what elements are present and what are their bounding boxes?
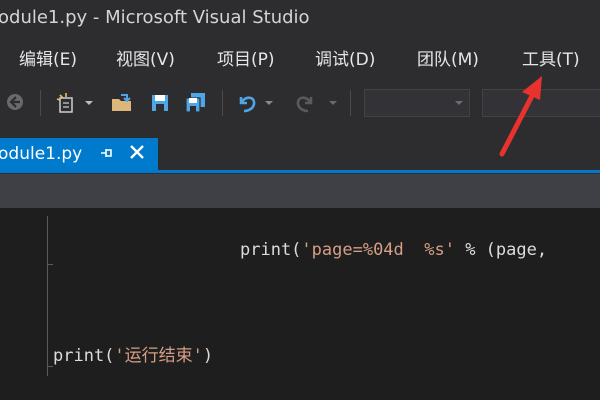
title-bar: odule1.py - Microsoft Visual Studio: [0, 0, 600, 36]
chevron-down-icon: [455, 101, 463, 105]
code-token: ): [202, 346, 214, 366]
code-string: 'page=%04d %s': [301, 240, 455, 260]
pin-icon[interactable]: [98, 144, 116, 164]
indent-guide-tick: [47, 264, 53, 265]
new-project-icon[interactable]: [54, 92, 78, 114]
undo-icon[interactable]: [234, 92, 260, 114]
tab-title: odule1.py: [0, 144, 83, 164]
red-arrow-annotation: [499, 76, 542, 157]
code-line-print-end: print('运行结束'): [53, 344, 213, 368]
code-token: print(: [53, 346, 115, 366]
code-string: '运行结束': [114, 346, 203, 366]
toolbar-separator: [222, 90, 223, 116]
menu-debug[interactable]: 调试(D): [315, 48, 375, 72]
solution-config-combo[interactable]: [364, 89, 470, 117]
code-editor[interactable]: print('page=%04d %s' % (page, print('运行结…: [0, 208, 600, 400]
code-token: print(: [240, 240, 302, 260]
toolbar-separator: [40, 90, 41, 116]
back-arrow-icon[interactable]: [4, 92, 26, 114]
toolbar-separator: [350, 90, 351, 116]
code-line-print-page: print('page=%04d %s' % (page,: [240, 238, 547, 262]
menu-tools[interactable]: 工具(T): [522, 48, 580, 72]
redo-icon[interactable]: [292, 92, 318, 114]
tab-underline: [0, 170, 600, 173]
menu-project[interactable]: 项目(P): [217, 48, 275, 72]
new-project-dropdown-icon[interactable]: [82, 92, 96, 114]
undo-dropdown-icon[interactable]: [262, 92, 276, 114]
navigation-bar: [0, 174, 600, 208]
menu-edit[interactable]: 编辑(E): [19, 48, 77, 72]
save-all-icon[interactable]: [182, 92, 210, 114]
open-folder-icon[interactable]: [108, 92, 136, 114]
tab-module1[interactable]: odule1.py: [0, 138, 158, 170]
indent-guide: [47, 216, 48, 376]
save-icon[interactable]: [148, 92, 172, 114]
menu-team[interactable]: 团队(M): [417, 48, 479, 72]
redo-dropdown-icon[interactable]: [326, 92, 340, 114]
vs-window: odule1.py - Microsoft Visual Studio 编辑(E…: [0, 0, 600, 400]
close-icon[interactable]: [126, 142, 148, 166]
window-title: odule1.py - Microsoft Visual Studio: [0, 7, 310, 28]
code-token: % (page,: [454, 240, 548, 260]
menu-view[interactable]: 视图(V): [116, 48, 175, 72]
